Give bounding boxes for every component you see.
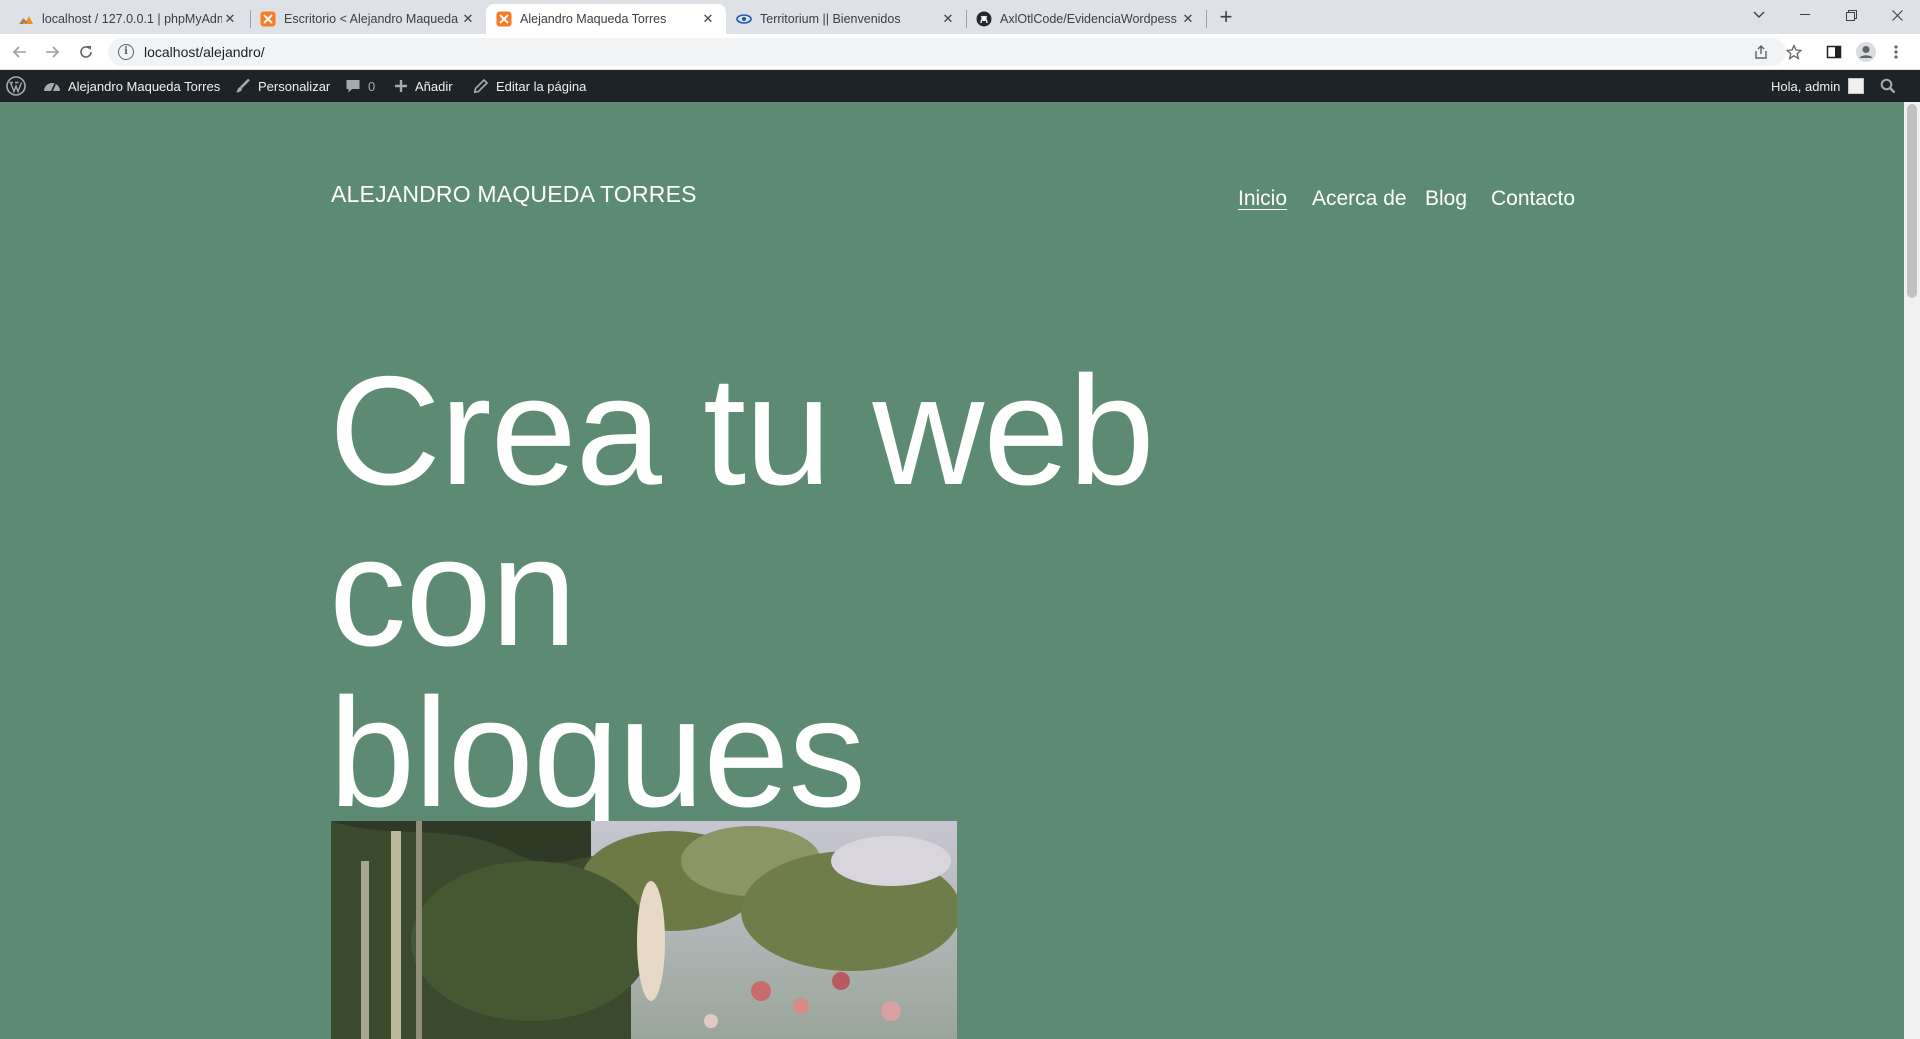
site-title[interactable]: ALEJANDRO MAQUEDA TORRES xyxy=(331,181,697,208)
pencil-icon xyxy=(473,78,489,94)
close-tab-icon[interactable]: ✕ xyxy=(460,11,476,27)
close-tab-icon[interactable]: ✕ xyxy=(700,11,716,27)
reload-icon[interactable] xyxy=(72,38,100,66)
territorium-eye-icon xyxy=(736,11,752,27)
tab-escritorio[interactable]: Escritorio < Alejandro Maqueda Torres ✕ xyxy=(250,4,486,34)
tab-alejandro-active[interactable]: Alejandro Maqueda Torres ✕ xyxy=(486,4,726,34)
garden-painting-image xyxy=(331,821,957,1039)
hero-heading: Crea tu web con bloques xyxy=(329,350,1429,833)
xampp-icon xyxy=(496,11,512,27)
share-icon[interactable] xyxy=(1752,44,1770,60)
side-panel-icon[interactable] xyxy=(1820,38,1848,66)
adminbar-edit-page[interactable]: Editar la página xyxy=(473,70,586,102)
tab-github[interactable]: AxlOtlCode/EvidenciaWordpess ✕ xyxy=(966,4,1206,34)
browser-tab-strip: localhost / 127.0.0.1 | phpMyAdmin ✕ Esc… xyxy=(0,0,1920,34)
browser-toolbar: i localhost/alejandro/ xyxy=(0,34,1920,70)
minimize-window-button[interactable] xyxy=(1782,0,1828,30)
adminbar-customize[interactable]: Personalizar xyxy=(235,70,330,102)
close-tab-icon[interactable]: ✕ xyxy=(1180,11,1196,27)
greeting-label: Hola, admin xyxy=(1771,78,1841,94)
close-tab-icon[interactable]: ✕ xyxy=(940,11,956,27)
hero-heading-line1: Crea tu web con xyxy=(329,344,1155,678)
hero-heading-line2: bloques xyxy=(329,666,866,839)
dashboard-gauge-icon xyxy=(43,78,61,94)
nav-item-contacto[interactable]: Contacto xyxy=(1491,187,1575,211)
tab-territorium[interactable]: Territorium || Bienvenidos ✕ xyxy=(726,4,966,34)
tab-phpmyadmin[interactable]: localhost / 127.0.0.1 | phpMyAdmin ✕ xyxy=(8,4,248,34)
adminbar-site-name[interactable]: Alejandro Maqueda Torres xyxy=(43,70,220,102)
restore-window-button[interactable] xyxy=(1828,0,1874,30)
new-tab-button[interactable]: + xyxy=(1212,6,1240,30)
comment-count: 0 xyxy=(368,78,376,94)
github-icon xyxy=(976,11,992,27)
tab-title: Territorium || Bienvenidos xyxy=(760,12,901,26)
plus-icon xyxy=(394,79,408,93)
tab-title: Escritorio < Alejandro Maqueda Torres xyxy=(284,12,460,26)
tab-title: AxlOtlCode/EvidenciaWordpess xyxy=(1000,12,1177,26)
adminbar-my-account[interactable]: Hola, admin xyxy=(1771,70,1865,102)
tab-title: Alejandro Maqueda Torres xyxy=(520,12,667,26)
tab-divider xyxy=(1206,10,1207,28)
wp-admin-bar: Alejandro Maqueda Torres Personalizar 0 … xyxy=(0,70,1920,102)
xampp-icon xyxy=(260,11,276,27)
adminbar-search-icon[interactable] xyxy=(1880,70,1896,102)
profile-avatar-icon[interactable] xyxy=(1852,38,1880,66)
site-name-label: Alejandro Maqueda Torres xyxy=(68,78,221,94)
edit-page-label: Editar la página xyxy=(496,78,587,94)
new-label: Añadir xyxy=(415,78,453,94)
tab-search-chevron-icon[interactable] xyxy=(1736,0,1782,30)
back-arrow-icon[interactable] xyxy=(6,38,34,66)
forward-arrow-icon[interactable] xyxy=(38,38,66,66)
close-tab-icon[interactable]: ✕ xyxy=(222,11,238,27)
page-scrollbar[interactable] xyxy=(1904,102,1920,1039)
nav-item-inicio[interactable]: Inicio xyxy=(1238,187,1287,211)
adminbar-new[interactable]: Añadir xyxy=(394,70,453,102)
scrollbar-thumb[interactable] xyxy=(1907,104,1917,298)
nav-item-acerca-de[interactable]: Acerca de xyxy=(1312,187,1407,211)
address-bar[interactable]: i localhost/alejandro/ xyxy=(108,38,1786,66)
tab-title: localhost / 127.0.0.1 | phpMyAdmin xyxy=(42,12,222,26)
close-window-button[interactable] xyxy=(1874,0,1920,30)
phpmyadmin-icon xyxy=(18,11,34,27)
site-info-icon[interactable]: i xyxy=(118,44,134,60)
bookmark-star-icon[interactable] xyxy=(1780,38,1808,66)
wordpress-logo-icon[interactable] xyxy=(6,70,26,102)
paintbrush-icon xyxy=(235,78,251,94)
comment-bubble-icon xyxy=(345,78,361,94)
browser-menu-icon[interactable] xyxy=(1882,38,1910,66)
nav-item-blog[interactable]: Blog xyxy=(1425,187,1467,211)
url-text[interactable]: localhost/alejandro/ xyxy=(144,44,265,60)
customize-label: Personalizar xyxy=(258,78,331,94)
adminbar-comments[interactable]: 0 xyxy=(345,70,375,102)
avatar xyxy=(1848,78,1865,94)
